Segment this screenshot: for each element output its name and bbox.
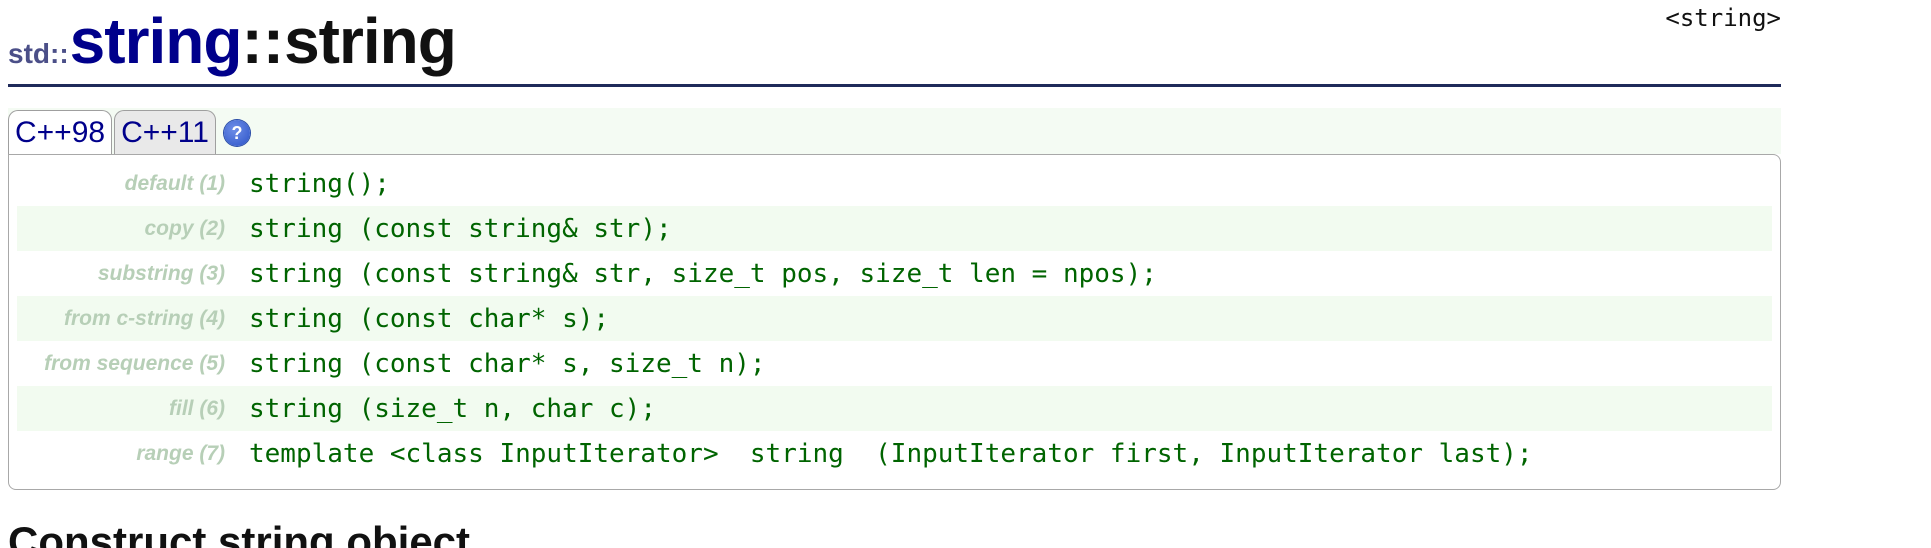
signature-label: from c-string (4) xyxy=(63,306,225,330)
signature-code: string (const string& str, size_t pos, s… xyxy=(249,258,1157,289)
header-include: <string> xyxy=(1665,4,1781,32)
signature-row: default (1) string(); xyxy=(17,161,1772,206)
signature-row: substring (3) string (const string& str,… xyxy=(17,251,1772,296)
namespace-prefix: std:: xyxy=(8,38,69,69)
tab-cpp11[interactable]: C++11 xyxy=(114,110,216,154)
signature-row: from c-string (4) string (const char* s)… xyxy=(17,296,1772,341)
signature-label: fill (6) xyxy=(169,396,225,420)
signature-row: from sequence (5) string (const char* s,… xyxy=(17,341,1772,386)
help-icon[interactable]: ? xyxy=(223,120,250,146)
signature-label: from sequence (5) xyxy=(44,351,225,375)
page-title: std:: string :: string xyxy=(8,4,457,84)
signature-row: fill (6) string (size_t n, char c); xyxy=(17,386,1772,431)
standard-tabs: C++98 C++11 ? xyxy=(8,108,1781,154)
signature-row: copy (2) string (const string& str); xyxy=(17,206,1772,251)
signature-code: string (const char* s); xyxy=(249,303,610,334)
signature-row: range (7) template <class InputIterator>… xyxy=(17,431,1772,476)
signature-code: template <class InputIterator> string (I… xyxy=(249,438,1533,469)
signature-label: range (7) xyxy=(136,441,225,465)
page: std:: string :: string <string> C++98 C+… xyxy=(0,0,1931,548)
signature-label: substring (3) xyxy=(97,261,225,285)
header-divider xyxy=(8,84,1781,87)
scope-separator: :: xyxy=(241,5,285,77)
signature-code: string (size_t n, char c); xyxy=(249,393,656,424)
function-name: string xyxy=(284,5,457,77)
class-name: string xyxy=(69,5,243,77)
signature-label: copy (2) xyxy=(144,216,225,240)
signature-code: string (const char* s, size_t n); xyxy=(249,348,766,379)
section-title: Construct string object xyxy=(8,518,471,548)
signature-code: string (const string& str); xyxy=(249,213,672,244)
signature-label: default (1) xyxy=(124,171,225,195)
tab-cpp98[interactable]: C++98 xyxy=(8,110,113,154)
signature-code: string(); xyxy=(249,168,390,199)
signature-box: default (1) string(); copy (2) string (c… xyxy=(8,154,1781,490)
